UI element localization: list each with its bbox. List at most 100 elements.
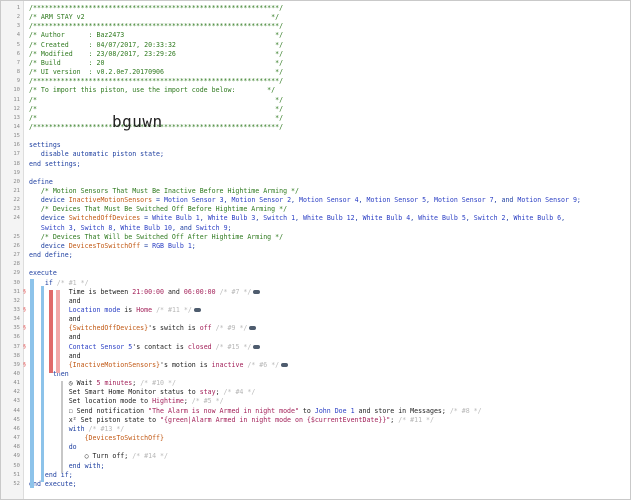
code-line[interactable]: /***************************************… bbox=[29, 22, 283, 30]
code-line[interactable]: and bbox=[29, 297, 81, 305]
code-line[interactable]: /* Modified : 23/08/2017, 23:29:26 */ bbox=[29, 50, 283, 58]
code-token: /* #1 */ bbox=[56, 278, 89, 287]
options-icon[interactable] bbox=[281, 362, 289, 367]
code-line[interactable]: end if; bbox=[29, 471, 73, 479]
line-number: 31 bbox=[13, 288, 20, 295]
code-line[interactable]: /* UI version : v0.2.0e7.20170906 */ bbox=[29, 68, 283, 76]
code-line[interactable]: {DevicesToSwitchOff} bbox=[29, 434, 164, 442]
line-number: 46 bbox=[13, 425, 20, 432]
code-token: "The Alarm is now Armed in night mode" bbox=[148, 406, 299, 415]
code-line[interactable]: disable automatic piston state; bbox=[29, 150, 164, 158]
code-token: /* #14 */ bbox=[128, 452, 168, 461]
code-token: define bbox=[29, 177, 53, 186]
code-line[interactable]: x² Set piston state to "{green|Alarm Arm… bbox=[29, 416, 434, 424]
line-number: 36 bbox=[13, 334, 20, 341]
code-line[interactable]: define bbox=[29, 178, 53, 186]
if-block-bar bbox=[41, 286, 44, 482]
execute-block-bar bbox=[30, 279, 34, 488]
code-line[interactable]: device DevicesToSwitchOff = RGB Bulb 1; bbox=[29, 242, 196, 250]
code-token: /* Motion Sensors That Must Be Inactive … bbox=[29, 187, 299, 195]
code-line[interactable]: if /* #1 */ bbox=[29, 279, 89, 287]
code-token: "{green|Alarm Armed in night mode on {$c… bbox=[160, 415, 391, 424]
line-number: 5 bbox=[16, 41, 20, 48]
condition-marker-icon: § bbox=[23, 361, 27, 368]
code-line[interactable]: device SwitchedOffDevices = White Bulb 1… bbox=[29, 214, 565, 222]
code-token: , bbox=[223, 196, 232, 205]
code-line[interactable]: and bbox=[29, 352, 81, 360]
code-line[interactable]: /* Motion Sensors That Must Be Inactive … bbox=[29, 187, 299, 195]
line-number: 27 bbox=[13, 252, 20, 259]
code-line[interactable]: /***************************************… bbox=[29, 77, 283, 85]
line-number: 2 bbox=[16, 14, 20, 21]
code-token: Switch 3 bbox=[29, 223, 73, 232]
code-line[interactable]: /* Devices That Must Be Switched Off Bef… bbox=[29, 205, 287, 213]
code-token: ☐ Send notification bbox=[29, 406, 149, 415]
code-token: SwitchedOffDevices bbox=[68, 214, 141, 223]
code-line[interactable]: Contact Sensor 5's contact is closed /* … bbox=[29, 342, 261, 351]
code-line[interactable]: Set location mode to Hightime; /* #5 */ bbox=[29, 397, 224, 405]
code-token: , bbox=[354, 214, 363, 223]
watermark-text: bguwn bbox=[112, 112, 163, 131]
code-token: = bbox=[140, 241, 153, 250]
code-token: /* #11 */ bbox=[152, 305, 192, 314]
code-line[interactable]: {InactiveMotionSensors}'s motion is inac… bbox=[29, 361, 289, 369]
line-number: 41 bbox=[13, 380, 20, 387]
code-line[interactable]: /* Devices That Will be Switched Off Aft… bbox=[29, 233, 283, 241]
code-line[interactable]: end define; bbox=[29, 251, 73, 259]
code-line[interactable]: /* Author : Baz2473 */ bbox=[29, 31, 283, 39]
code-line[interactable]: Time is between 21:00:00 and 06:00:00 /*… bbox=[29, 287, 261, 296]
line-number: 10 bbox=[13, 87, 20, 94]
code-token: /* #9 */ bbox=[211, 324, 248, 333]
code-line[interactable]: /* */ bbox=[29, 96, 283, 104]
code-line[interactable]: execute bbox=[29, 269, 57, 277]
code-line[interactable]: end execute; bbox=[29, 480, 77, 488]
code-line[interactable]: /***************************************… bbox=[29, 4, 283, 12]
code-token: Motion Sensor 7 bbox=[434, 196, 494, 205]
line-number: 42 bbox=[13, 389, 20, 396]
code-line[interactable]: /* ARM STAY v2 */ bbox=[29, 13, 279, 21]
code-token: /* #10 */ bbox=[136, 379, 176, 388]
code-token: /* Devices That Will be Switched Off Aft… bbox=[29, 232, 284, 241]
code-line[interactable]: device InactiveMotionSensors = Motion Se… bbox=[29, 196, 581, 204]
code-token: /* #13 */ bbox=[88, 424, 125, 433]
code-token: Motion Sensor 4 bbox=[299, 196, 359, 205]
line-number-gutter: 1 2 3 4 5 6 7 8 9 10 11 12 13 14 15 16 17 18 19 20 21 22 23 24 2… bbox=[1, 1, 24, 499]
code-token: closed bbox=[187, 342, 212, 351]
line-number: 21 bbox=[13, 188, 20, 194]
code-line[interactable]: Location mode is Home /* #11 */ bbox=[29, 306, 201, 314]
code-line[interactable]: end settings; bbox=[29, 160, 81, 168]
line-number: 37 bbox=[13, 343, 20, 350]
code-line[interactable]: ○ Turn off; /* #14 */ bbox=[29, 452, 168, 460]
code-token: White Bulb 10 bbox=[120, 223, 172, 232]
line-number: 49 bbox=[13, 453, 20, 460]
code-line[interactable]: settings bbox=[29, 141, 61, 149]
code-token: Switch 1 bbox=[263, 214, 296, 223]
code-line[interactable]: and bbox=[29, 315, 81, 323]
line-number: 50 bbox=[13, 462, 20, 469]
code-token: Switch 9 bbox=[195, 223, 228, 232]
options-icon[interactable] bbox=[193, 307, 201, 312]
code-token: and bbox=[29, 333, 81, 342]
code-line[interactable]: Switch 3, Switch 8, White Bulb 10, and S… bbox=[29, 224, 232, 232]
code-token: Contact Sensor 5 bbox=[29, 342, 133, 351]
options-icon[interactable] bbox=[249, 326, 257, 331]
options-icon[interactable] bbox=[253, 344, 261, 349]
options-icon[interactable] bbox=[253, 289, 261, 294]
code-token: , bbox=[358, 196, 367, 205]
code-token: end if; bbox=[29, 470, 73, 479]
code-line[interactable]: ◷ Wait 5 minutes; /* #10 */ bbox=[29, 379, 176, 387]
line-number: 45 bbox=[13, 416, 20, 423]
code-line[interactable]: and bbox=[29, 333, 81, 341]
line-number: 11 bbox=[13, 96, 20, 103]
code-line[interactable]: /* Created : 04/07/2017, 20:33:32 */ bbox=[29, 41, 283, 49]
code-line[interactable]: {SwitchedOffDevices}'s switch is off /* … bbox=[29, 324, 257, 333]
code-token: 06:00:00 bbox=[183, 287, 216, 296]
code-line[interactable]: ☐ Send notification "The Alarm is now Ar… bbox=[29, 407, 482, 415]
code-token: off bbox=[199, 324, 212, 333]
line-number: 32 bbox=[13, 297, 20, 304]
code-token: Switch 8 bbox=[80, 223, 113, 232]
code-token: , bbox=[465, 214, 474, 223]
code-line[interactable]: /* Build : 20 */ bbox=[29, 59, 283, 67]
code-line[interactable]: /* To import this piston, use the import… bbox=[29, 86, 275, 94]
code-line[interactable]: do bbox=[29, 443, 77, 451]
